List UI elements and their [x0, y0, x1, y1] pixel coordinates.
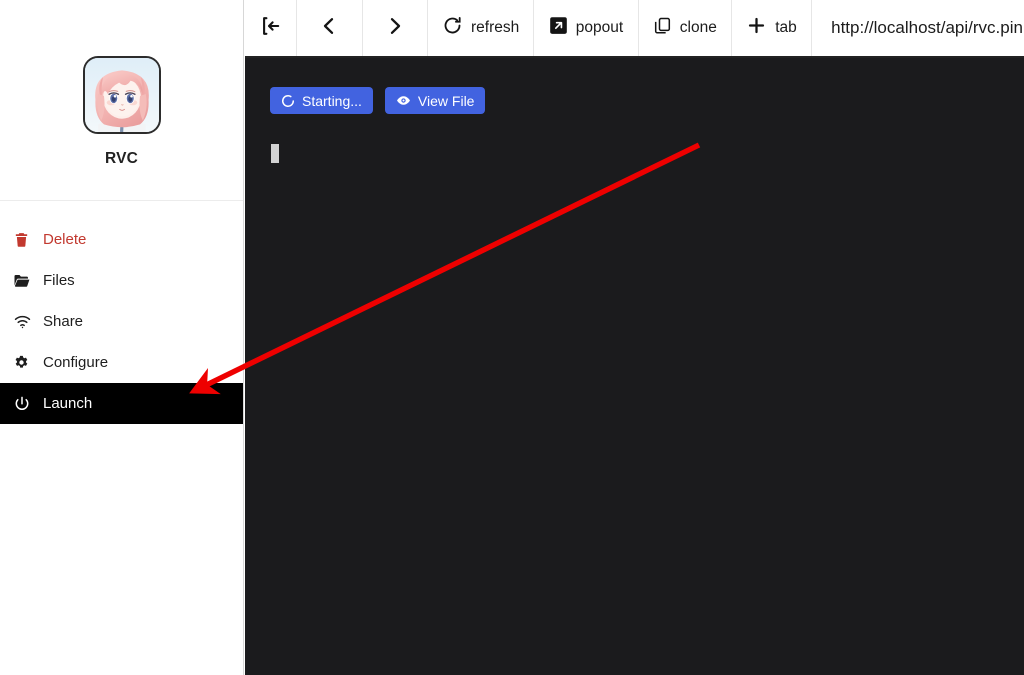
sidebar-item-label: Share — [43, 313, 84, 330]
trash-icon — [13, 231, 38, 248]
popout-label: popout — [575, 19, 624, 36]
sidebar-menu: Delete Files Share Configure Launch — [0, 201, 243, 424]
app-identity: RVC — [0, 0, 243, 168]
terminal-cursor — [271, 144, 279, 163]
sidebar-item-label: Launch — [43, 395, 93, 412]
spinner-icon — [281, 94, 295, 108]
power-icon — [13, 395, 38, 413]
popout-icon — [549, 16, 568, 40]
folder-open-icon — [13, 272, 38, 290]
address-bar[interactable]: http://localhost/api/rvc.pin — [812, 0, 1024, 56]
starting-button[interactable]: Starting... — [270, 87, 373, 114]
refresh-label: refresh — [470, 19, 520, 36]
sidebar-item-files[interactable]: Files — [0, 260, 243, 301]
back-button[interactable] — [297, 0, 363, 56]
gear-icon — [13, 354, 38, 371]
starting-button-label: Starting... — [302, 92, 362, 109]
sidebar-item-launch[interactable]: Launch — [0, 383, 243, 424]
sidebar-item-configure[interactable]: Configure — [0, 342, 243, 383]
terminal-content-pane: Starting... View File — [245, 58, 1024, 675]
app-title: RVC — [104, 150, 139, 167]
sidebar-item-delete[interactable]: Delete — [0, 219, 243, 260]
new-tab-label: tab — [775, 19, 797, 36]
app-window: RVC Delete Files Share Configure Launch … — [0, 0, 1024, 675]
anime-character-avatar — [84, 58, 159, 132]
sidebar-item-label: Delete — [43, 231, 87, 248]
view-file-button[interactable]: View File — [384, 87, 486, 114]
collapse-sidebar-button[interactable] — [245, 0, 298, 56]
chevron-right-icon — [383, 14, 407, 43]
sidebar: RVC Delete Files Share Configure Launch — [0, 0, 244, 675]
sidebar-item-label: Files — [43, 272, 75, 289]
avatar — [82, 56, 161, 134]
forward-button[interactable] — [363, 0, 428, 56]
collapse-sidebar-icon — [259, 14, 283, 43]
browser-toolbar: refresh popout clone tab http://localhos… — [245, 0, 1024, 58]
address-bar-text: http://localhost/api/rvc.pin — [831, 18, 1023, 37]
clone-label: clone — [679, 19, 717, 36]
new-tab-button[interactable]: tab — [732, 0, 813, 56]
chevron-left-icon — [317, 14, 341, 43]
clone-icon — [653, 16, 672, 40]
popout-button[interactable]: popout — [534, 0, 639, 56]
refresh-button[interactable]: refresh — [428, 0, 535, 56]
wifi-share-icon — [13, 312, 38, 331]
plus-icon — [746, 15, 767, 41]
sidebar-item-label: Configure — [43, 354, 109, 371]
eye-icon — [396, 93, 411, 108]
refresh-icon — [442, 15, 463, 41]
clone-button[interactable]: clone — [639, 0, 732, 56]
sidebar-item-share[interactable]: Share — [0, 301, 243, 342]
view-file-button-label: View File — [417, 92, 475, 109]
content-action-bar: Starting... View File — [270, 87, 486, 114]
